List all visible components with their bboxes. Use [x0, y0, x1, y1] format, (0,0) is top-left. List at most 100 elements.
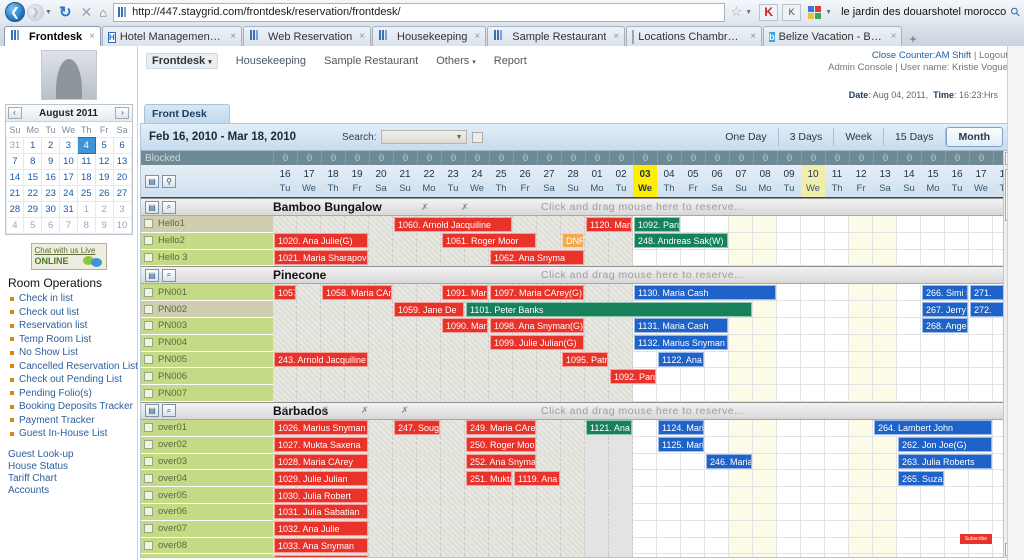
calendar-day[interactable]: 31 [5, 137, 25, 154]
grid-cell[interactable] [897, 317, 921, 335]
room-label-cell[interactable]: over02 [141, 436, 273, 454]
grid-cell[interactable] [969, 368, 993, 386]
grid-cell[interactable] [489, 537, 513, 555]
grid-cell[interactable] [681, 487, 705, 504]
grid-cell[interactable] [729, 537, 753, 555]
grid-cell[interactable] [825, 537, 849, 555]
grid-cell[interactable] [777, 554, 801, 557]
reservation-block[interactable]: 1124. Maria [658, 420, 704, 436]
grid-cell[interactable] [609, 317, 633, 335]
calendar-day[interactable]: 11 [76, 153, 96, 170]
calendar-day[interactable]: 5 [94, 137, 114, 154]
search-magnifier-icon[interactable]: ⚲ [162, 174, 176, 188]
room-checkbox[interactable] [144, 219, 153, 229]
grid-cell[interactable] [705, 554, 729, 557]
grid-cell[interactable] [777, 351, 801, 369]
tab-close-icon[interactable]: × [474, 31, 480, 42]
grid-cell[interactable] [801, 368, 825, 386]
grid-cell[interactable] [441, 351, 465, 369]
date-column-header[interactable]: 01 Mo [585, 165, 609, 197]
grid-cell[interactable] [657, 487, 681, 504]
grid-cell[interactable] [777, 470, 801, 488]
grid-cell[interactable] [849, 554, 873, 557]
calendar-day[interactable]: 9 [94, 217, 114, 234]
grid-cell[interactable] [393, 334, 417, 352]
grid-cell[interactable] [369, 301, 393, 318]
grid-cell[interactable] [825, 487, 849, 504]
grid-cell[interactable] [897, 503, 921, 521]
reservation-block[interactable]: 1032. Ana Julie [274, 521, 368, 537]
calendar-next-button[interactable]: › [115, 107, 130, 119]
back-button[interactable]: ❮ [4, 1, 26, 23]
grid-cell[interactable] [489, 351, 513, 369]
reservation-block[interactable]: 1033. Ana Snyman [274, 538, 368, 554]
grid-cell[interactable] [609, 520, 633, 538]
grid-cell[interactable] [873, 537, 897, 555]
grid-cell[interactable] [417, 436, 441, 454]
room-label-cell[interactable]: over03 [141, 453, 273, 471]
grid-cell[interactable] [705, 419, 729, 437]
date-column-header[interactable]: 12 Fr [849, 165, 873, 197]
calendar-day[interactable]: 2 [41, 137, 61, 154]
grid-cell[interactable] [681, 216, 705, 233]
grid-cell[interactable] [777, 537, 801, 555]
grid-cell[interactable] [897, 554, 921, 557]
grid-cell[interactable] [873, 284, 897, 302]
grid-cell[interactable] [513, 351, 537, 369]
grid-cell[interactable] [393, 368, 417, 386]
grid-cell[interactable] [537, 453, 561, 471]
grid-cell[interactable] [921, 249, 945, 267]
room-checkbox[interactable] [144, 321, 153, 331]
reservation-block[interactable]: 1091. Maria [442, 284, 488, 300]
date-column-header[interactable]: 13 Sa [873, 165, 897, 197]
date-column-header[interactable]: 19 Fr [345, 165, 369, 197]
grid-cell[interactable] [729, 554, 753, 557]
calendar-day[interactable]: 7 [59, 217, 78, 234]
grid-cell[interactable] [393, 317, 417, 335]
grid-cell[interactable] [609, 334, 633, 352]
grid-cell[interactable] [777, 334, 801, 352]
calendar-day[interactable]: 20 [112, 169, 132, 186]
sidebar-item-label[interactable]: Check out Pending List [19, 374, 122, 385]
grid-cell[interactable] [537, 351, 561, 369]
reservation-block[interactable]: 1131. Maria Cash [634, 318, 728, 334]
grid-cell[interactable] [369, 385, 393, 402]
search-checkbox[interactable] [471, 131, 483, 143]
live-chat-badge[interactable]: Chat with us Live ONLINE [30, 243, 107, 270]
date-column-header[interactable]: 11 Th [825, 165, 849, 197]
chart-icon[interactable]: ▤ [145, 268, 159, 282]
date-column-header[interactable]: 25 Th [489, 165, 513, 197]
grid-cell[interactable] [657, 385, 681, 402]
calendar-day[interactable]: 1 [76, 201, 96, 218]
grid-cell[interactable] [609, 351, 633, 369]
grid-cell[interactable] [849, 351, 873, 369]
grid-cell[interactable] [489, 385, 513, 402]
grid-cell[interactable] [657, 537, 681, 555]
grid-cell[interactable] [777, 249, 801, 267]
calendar-prev-button[interactable]: ‹ [7, 107, 22, 119]
grid-cell[interactable] [561, 487, 585, 504]
grid-cell[interactable] [849, 284, 873, 302]
grid-cell[interactable] [777, 385, 801, 402]
grid-cell[interactable] [873, 470, 897, 488]
grid-cell[interactable] [873, 436, 897, 454]
grid-cell[interactable] [369, 351, 393, 369]
grid-cell[interactable] [729, 503, 753, 521]
calendar-day[interactable]: 31 [59, 201, 78, 218]
grid-cell[interactable] [513, 216, 537, 233]
grid-cell[interactable] [345, 317, 369, 335]
grid-cell[interactable] [657, 554, 681, 557]
grid-cell[interactable] [705, 249, 729, 267]
grid-cell[interactable] [873, 317, 897, 335]
date-column-header[interactable]: 06 Sa [705, 165, 729, 197]
sidebar-link-0[interactable]: Guest Look-up [8, 449, 137, 461]
grid-cell[interactable] [777, 503, 801, 521]
sidebar-item-label[interactable]: Reservation list [19, 320, 87, 331]
reservation-block[interactable]: 1059. Jane De [394, 301, 464, 317]
calendar-day[interactable]: 13 [112, 153, 132, 170]
grid-cell[interactable] [561, 419, 585, 437]
grid-cell[interactable] [729, 487, 753, 504]
grid-cell[interactable] [633, 419, 657, 437]
grid-cell[interactable] [441, 436, 465, 454]
grid-cell[interactable] [561, 470, 585, 488]
